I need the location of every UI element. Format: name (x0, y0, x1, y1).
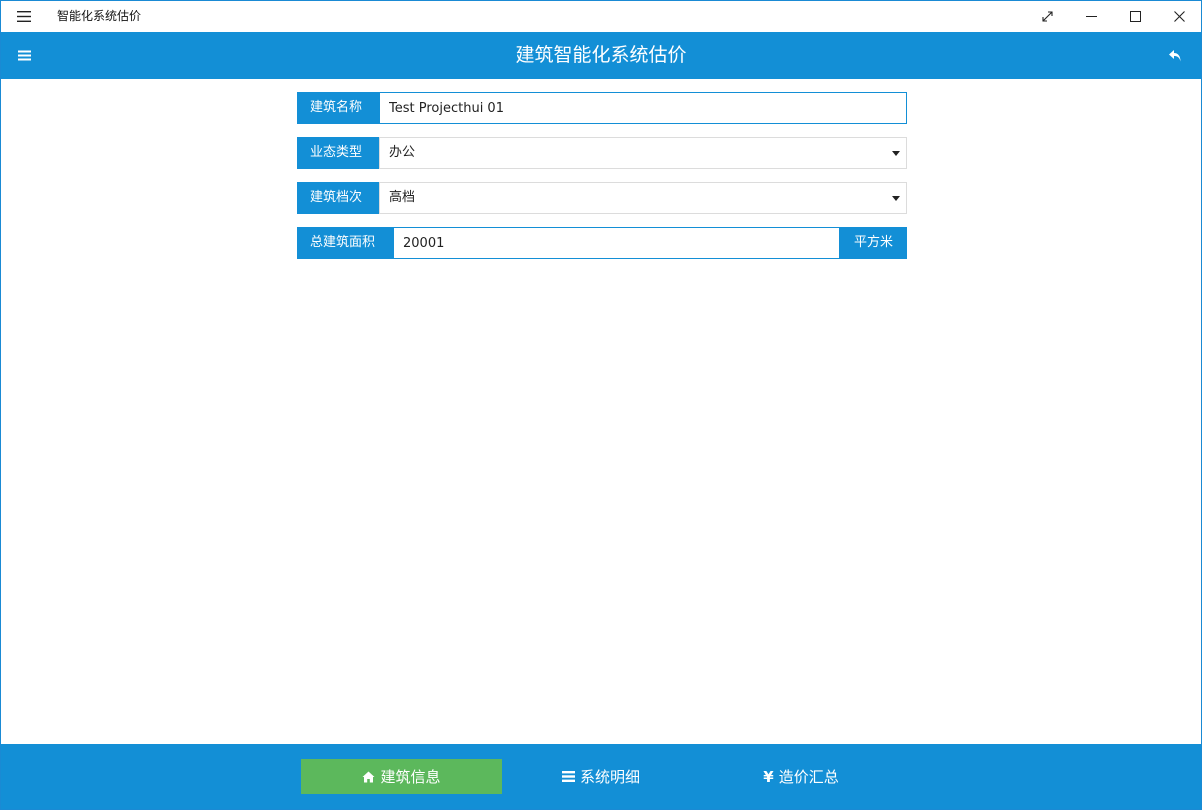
tab-building-info-label: 建筑信息 (380, 768, 441, 786)
building-grade-value: 高档 (389, 190, 416, 205)
fullscreen-icon (1041, 11, 1053, 22)
building-name-row: 建筑名称 (297, 92, 907, 124)
building-name-label: 建筑名称 (297, 92, 379, 124)
maximize-icon (1129, 11, 1141, 22)
business-type-value: 办公 (389, 145, 416, 160)
tab-cost-summary-label: 造价汇总 (778, 768, 839, 786)
close-button[interactable] (1157, 1, 1201, 32)
window-menu-button[interactable] (9, 1, 39, 32)
business-type-row: 业态类型 办公 (297, 137, 907, 169)
building-name-field-box (379, 92, 907, 124)
total-area-row: 总建筑面积 平方米 (297, 227, 907, 259)
home-icon (362, 771, 375, 783)
building-grade-select[interactable]: 高档 (379, 182, 907, 214)
back-button[interactable] (1157, 32, 1193, 79)
tab-system-details-label: 系统明细 (579, 768, 640, 786)
title-bar: 智能化系统估价 (1, 1, 1201, 32)
business-type-label: 业态类型 (297, 137, 379, 169)
page-title: 建筑智能化系统估价 (515, 44, 687, 66)
tab-cost-summary[interactable]: ¥ 造价汇总 (721, 759, 881, 794)
dropdown-caret-icon (892, 151, 900, 156)
maximize-button[interactable] (1113, 1, 1157, 32)
hamburger-icon (17, 11, 31, 22)
app-window: 智能化系统估价 建筑智能化系统估价 建筑名称 Test Projecthui 0… (0, 0, 1202, 810)
undo-arrow-icon (1169, 49, 1181, 61)
fullscreen-button[interactable] (1025, 1, 1069, 32)
business-type-select[interactable]: 办公 (379, 137, 907, 169)
window-title: 智能化系统估价 (57, 9, 142, 23)
building-grade-row: 建筑档次 高档 (297, 182, 907, 214)
total-area-field-box (393, 227, 840, 259)
total-area-label: 总建筑面积 (297, 227, 393, 259)
dropdown-caret-icon (892, 196, 900, 201)
area-unit-label: 平方米 (839, 227, 907, 259)
tab-building-info[interactable]: 建筑信息 (301, 759, 502, 794)
list-icon (561, 771, 575, 782)
minimize-icon (1085, 16, 1097, 17)
bottom-nav-bar: 建筑信息 系统明细 ¥ 造价汇总 (1, 744, 1201, 809)
tab-system-details[interactable]: 系统明细 (521, 759, 681, 794)
close-icon (1173, 11, 1185, 22)
yen-icon: ¥ (763, 767, 774, 786)
building-info-form: 建筑名称 业态类型 办公 建筑档次 高档 总建筑面积 平方米 (297, 92, 907, 272)
total-area-input[interactable] (394, 228, 839, 258)
app-header: 建筑智能化系统估价 (1, 32, 1201, 79)
minimize-button[interactable] (1069, 1, 1113, 32)
building-name-input[interactable] (380, 93, 906, 123)
building-grade-label: 建筑档次 (297, 182, 379, 214)
